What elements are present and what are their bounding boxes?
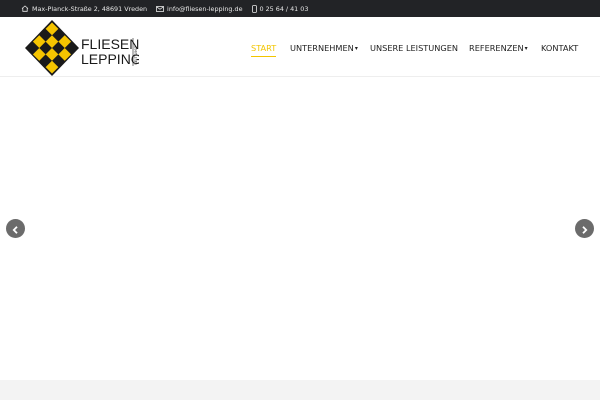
site-header: FLIESEN LEPPING SEIT 1967 START UNTERNEH… — [0, 17, 600, 77]
top-info-bar: Max-Planck-Straße 2, 48691 Vreden info@f… — [0, 0, 600, 17]
envelope-icon — [156, 5, 164, 12]
chevron-left-icon — [12, 219, 19, 238]
phone-icon — [251, 4, 257, 13]
address-text: Max-Planck-Straße 2, 48691 Vreden — [32, 4, 148, 13]
nav-kontakt[interactable]: KONTAKT — [541, 41, 578, 55]
section-divider-strip — [0, 380, 600, 400]
home-icon — [21, 5, 29, 12]
phone-item[interactable]: 0 25 64 / 41 03 — [251, 4, 309, 13]
nav-leistungen[interactable]: UNSERE LEISTUNGEN — [370, 41, 458, 55]
slider-prev-button[interactable] — [6, 219, 25, 238]
nav-start[interactable]: START — [251, 41, 277, 57]
nav-referenzen[interactable]: REFERENZEN ▾ — [469, 41, 528, 55]
email-link[interactable]: info@fliesen-lepping.de — [167, 5, 242, 13]
chevron-down-icon: ▾ — [524, 44, 528, 52]
main-navigation: START UNTERNEHMEN ▾ UNSERE LEISTUNGEN RE… — [0, 41, 600, 57]
email-item[interactable]: info@fliesen-lepping.de — [156, 5, 243, 13]
slider-next-button[interactable] — [575, 219, 594, 238]
address-item: Max-Planck-Straße 2, 48691 Vreden — [21, 5, 147, 13]
chevron-down-icon: ▾ — [354, 44, 358, 52]
nav-unternehmen[interactable]: UNTERNEHMEN ▾ — [290, 41, 358, 55]
phone-link[interactable]: 0 25 64 / 41 03 — [260, 5, 309, 13]
chevron-right-icon — [581, 219, 588, 238]
hero-slider — [0, 78, 600, 380]
